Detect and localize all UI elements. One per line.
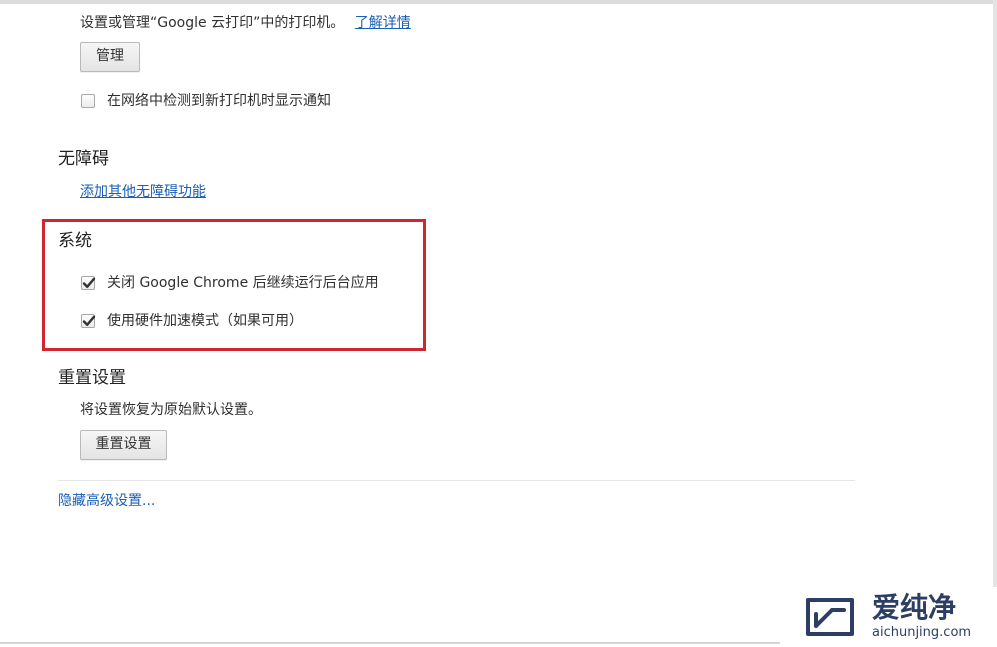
logo-icon [806,598,854,636]
notify-new-printers-checkbox[interactable] [81,94,95,108]
cloud-print-description-text: 设置或管理“Google 云打印”中的打印机。 [80,15,345,31]
section-divider [58,480,855,481]
learn-more-link[interactable]: 了解详情 [355,15,411,31]
reset-heading: 重置设置 [58,368,126,388]
add-accessibility-features-link[interactable]: 添加其他无障碍功能 [80,183,206,201]
watermark-name: 爱纯净 [872,591,957,624]
manage-button[interactable]: 管理 [80,42,140,72]
reset-settings-button[interactable]: 重置设置 [80,430,167,460]
accessibility-heading: 无障碍 [58,149,109,169]
watermark-domain: aichunjing.com [872,625,972,640]
system-highlight-box [42,219,426,351]
notify-new-printers-label: 在网络中检测到新打印机时显示通知 [107,93,331,109]
window-right-border [993,0,997,587]
watermark-logo: 爱纯净 aichunjing.com [800,592,990,642]
reset-description: 将设置恢复为原始默认设置。 [80,402,262,418]
hide-advanced-settings-link[interactable]: 隐藏高级设置... [58,492,155,510]
window-top-border [0,0,997,4]
window-bottom-border [0,642,780,644]
cloud-print-description: 设置或管理“Google 云打印”中的打印机。 了解详情 [80,14,411,32]
